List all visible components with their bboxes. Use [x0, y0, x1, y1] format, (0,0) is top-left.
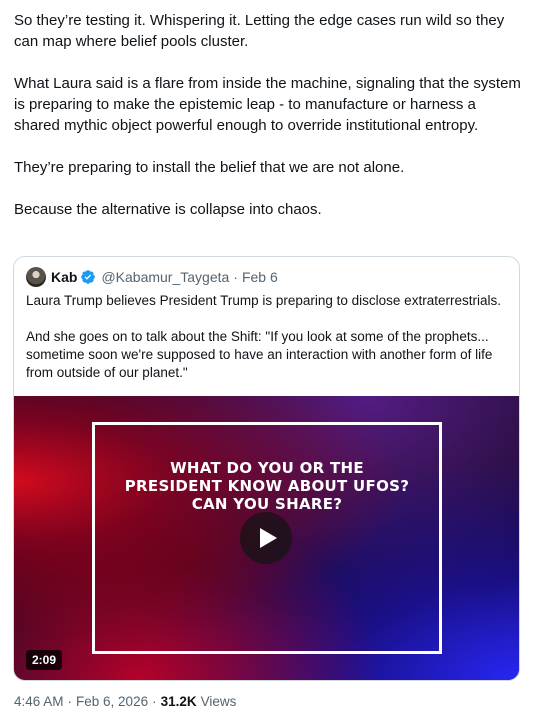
quoted-tweet-header: Kab @Kabamur_Taygeta · Feb 6 [26, 266, 278, 288]
separator-dot: · [67, 694, 73, 709]
tweet-paragraph: Because the alternative is collapse into… [14, 201, 322, 218]
tweet-time[interactable]: 4:46 AM [14, 694, 64, 709]
quoted-author-handle[interactable]: @Kabamur_Taygeta [101, 269, 229, 285]
tweet-date[interactable]: Feb 6, 2026 [76, 694, 148, 709]
tweet-meta: 4:46 AM · Feb 6, 2026 · 31.2K Views [14, 694, 236, 709]
quoted-paragraph: Laura Trump believes President Trump is … [26, 293, 501, 308]
tweet-paragraph: So they’re testing it. Whispering it. Le… [14, 12, 505, 50]
avatar[interactable] [26, 267, 46, 287]
verified-badge-icon [81, 270, 96, 284]
tweet-paragraph: What Laura said is a flare from inside t… [14, 75, 521, 134]
quoted-paragraph: And she goes on to talk about the Shift:… [26, 329, 493, 380]
views-count[interactable]: 31.2K [161, 694, 197, 709]
play-icon [260, 528, 277, 548]
play-button[interactable] [240, 512, 292, 564]
separator-dot: · [233, 269, 238, 285]
quoted-author-name[interactable]: Kab [51, 269, 77, 285]
tweet-paragraph: They’re preparing to install the belief … [14, 159, 405, 176]
video-duration-badge: 2:09 [26, 650, 63, 670]
quoted-tweet-card[interactable]: Kab @Kabamur_Taygeta · Feb 6 Laura Trump… [13, 256, 520, 681]
quoted-tweet-date[interactable]: Feb 6 [242, 269, 278, 285]
separator-dot: · [152, 694, 157, 709]
tweet-text: So they’re testing it. Whispering it. Le… [14, 10, 524, 241]
video-player[interactable]: WHAT DO YOU OR THE PRESIDENT KNOW ABOUT … [14, 396, 519, 680]
video-headline: WHAT DO YOU OR THE PRESIDENT KNOW ABOUT … [124, 459, 410, 513]
quoted-tweet-text: Laura Trump believes President Trump is … [26, 292, 511, 400]
views-label: Views [200, 694, 237, 709]
